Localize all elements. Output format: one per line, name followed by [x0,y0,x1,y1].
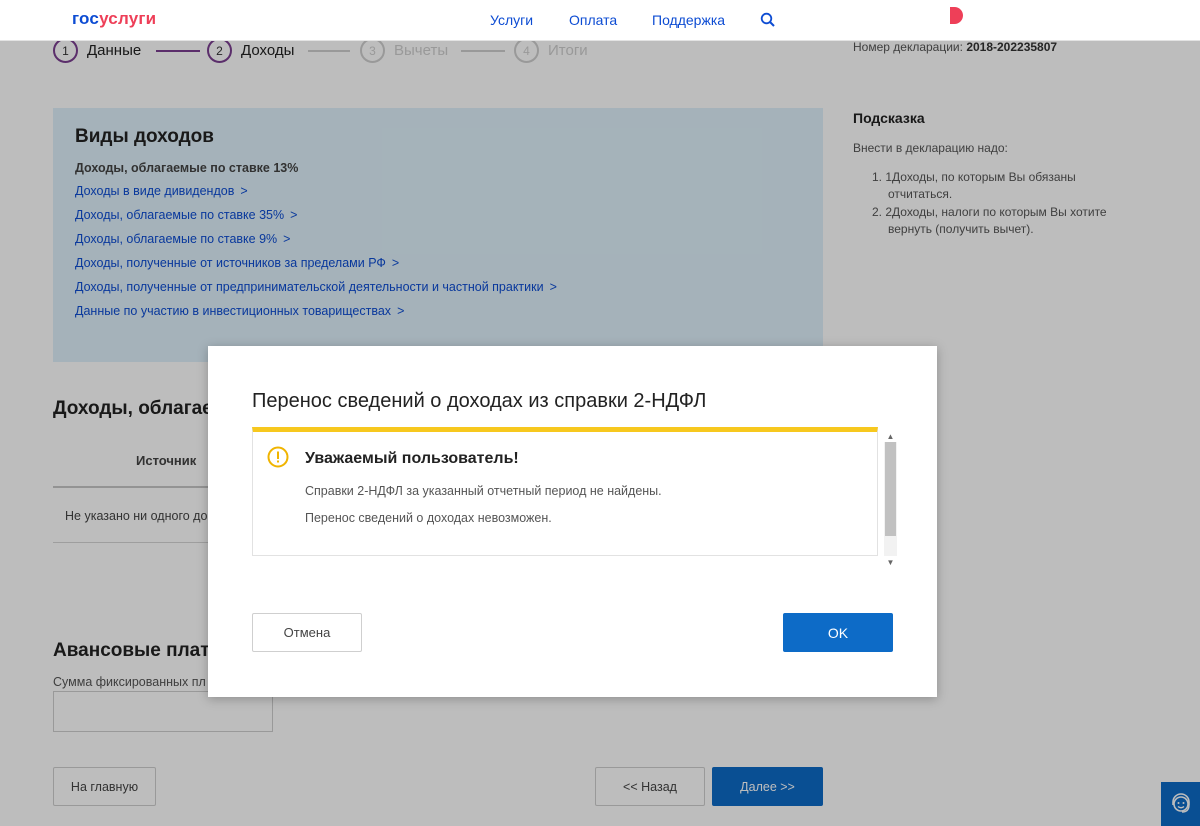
scroll-track[interactable] [884,442,897,556]
cancel-button[interactable]: Отмена [252,613,362,652]
ok-button[interactable]: OK [783,613,893,652]
nav-services[interactable]: Услуги [490,12,533,28]
notice-message-not-found: Справки 2-НДФЛ за указанный отчетный пер… [305,484,662,498]
logo-text-part2: услуги [99,9,157,28]
dialog-title: Перенос сведений о доходах из справки 2-… [252,390,707,412]
search-icon[interactable] [760,12,776,28]
nav-support[interactable]: Поддержка [652,12,725,28]
warning-notice: Уважаемый пользователь! Справки 2-НДФЛ з… [252,427,878,556]
scroll-down-icon[interactable]: ▼ [884,556,897,568]
gosuslugi-logo[interactable]: госуслуги [72,9,156,29]
ndfl-transfer-dialog: Перенос сведений о доходах из справки 2-… [208,346,937,697]
notice-heading: Уважаемый пользователь! [305,450,519,467]
warning-icon [267,446,289,468]
scroll-up-icon[interactable]: ▲ [884,430,897,442]
nav-payment[interactable]: Оплата [569,12,617,28]
scroll-thumb[interactable] [885,442,896,536]
notice-scrollbar[interactable]: ▲ ▼ [884,430,897,568]
top-header: госуслуги Услуги Оплата Поддержка [0,0,1200,41]
notice-message-impossible: Перенос сведений о доходах невозможен. [305,511,552,525]
profile-avatar[interactable] [950,7,963,24]
logo-text-part1: гос [72,9,100,28]
